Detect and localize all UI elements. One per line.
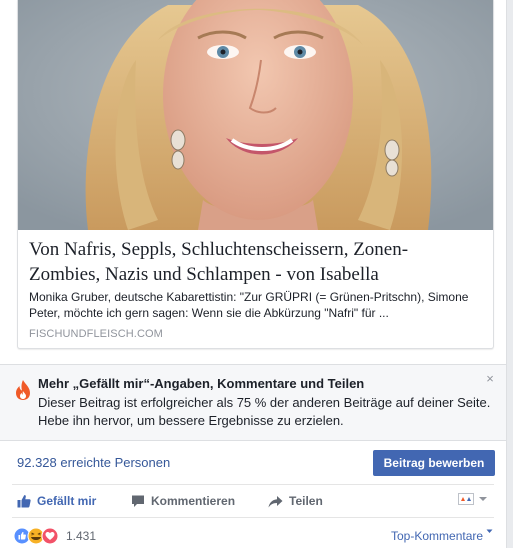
thumbs-up-icon [17, 495, 31, 508]
insight-body: Dieser Beitrag ist erfolgreicher als 75 … [38, 395, 491, 428]
like-button[interactable]: Gefällt mir [17, 493, 96, 509]
reactions-summary[interactable]: 1.431 [14, 527, 96, 545]
portrait-illustration [18, 0, 493, 230]
preview-title-line-2: Zombies, Nazis und Schlampen - von Isabe… [29, 264, 379, 285]
link-preview[interactable]: Von Nafris, Seppls, Schluchtenscheissern… [17, 0, 494, 349]
post-card: Von Nafris, Seppls, Schluchtenscheissern… [0, 0, 507, 548]
preview-description: Monika Gruber, deutsche Kabarettistin: "… [29, 289, 484, 321]
love-reaction-icon [41, 527, 59, 545]
comment-label: Kommentieren [151, 494, 236, 508]
insight-box: Mehr „Gefällt mir“-Angaben, Kommentare u… [0, 364, 506, 441]
like-label: Gefällt mir [37, 494, 97, 508]
reach-stat[interactable]: 92.328 erreichte Personen [17, 455, 170, 470]
reach-link[interactable]: 92.328 erreichte Personen [17, 455, 170, 470]
preview-domain: FISCHUNDFLEISCH.COM [29, 328, 163, 340]
divider [12, 517, 494, 518]
divider [12, 484, 494, 485]
comment-sort-label: Top-Kommentare [391, 529, 484, 543]
chevron-down-icon [479, 497, 487, 501]
insight-title: Mehr „Gefällt mir“-Angaben, Kommentare u… [38, 376, 365, 391]
share-label: Teilen [289, 494, 323, 508]
fire-icon [16, 380, 30, 400]
reaction-count: 1.431 [66, 529, 97, 543]
share-button[interactable]: Teilen [268, 493, 323, 509]
boost-post-button[interactable]: Beitrag bewerben [373, 450, 495, 476]
close-icon[interactable]: × [484, 372, 496, 385]
share-icon [268, 495, 283, 507]
comment-sort-dropdown[interactable]: Top-Kommentare [391, 529, 493, 543]
preview-image[interactable] [18, 0, 493, 230]
comment-button[interactable]: Kommentieren [131, 493, 235, 509]
preview-title-line-1: Von Nafris, Seppls, Schluchtenscheissern… [29, 239, 409, 260]
preview-description-line-2: Peter, möchte ich gern sagen: Wenn sie d… [29, 306, 389, 320]
page-selector[interactable] [458, 491, 488, 507]
preview-description-line-1: Monika Gruber, deutsche Kabarettistin: "… [29, 290, 469, 304]
page-avatar-icon [458, 493, 474, 505]
preview-title[interactable]: Von Nafris, Seppls, Schluchtenscheissern… [29, 237, 484, 287]
chevron-down-icon [486, 529, 493, 533]
comment-icon [132, 495, 144, 507]
reaction-icons [14, 527, 59, 545]
